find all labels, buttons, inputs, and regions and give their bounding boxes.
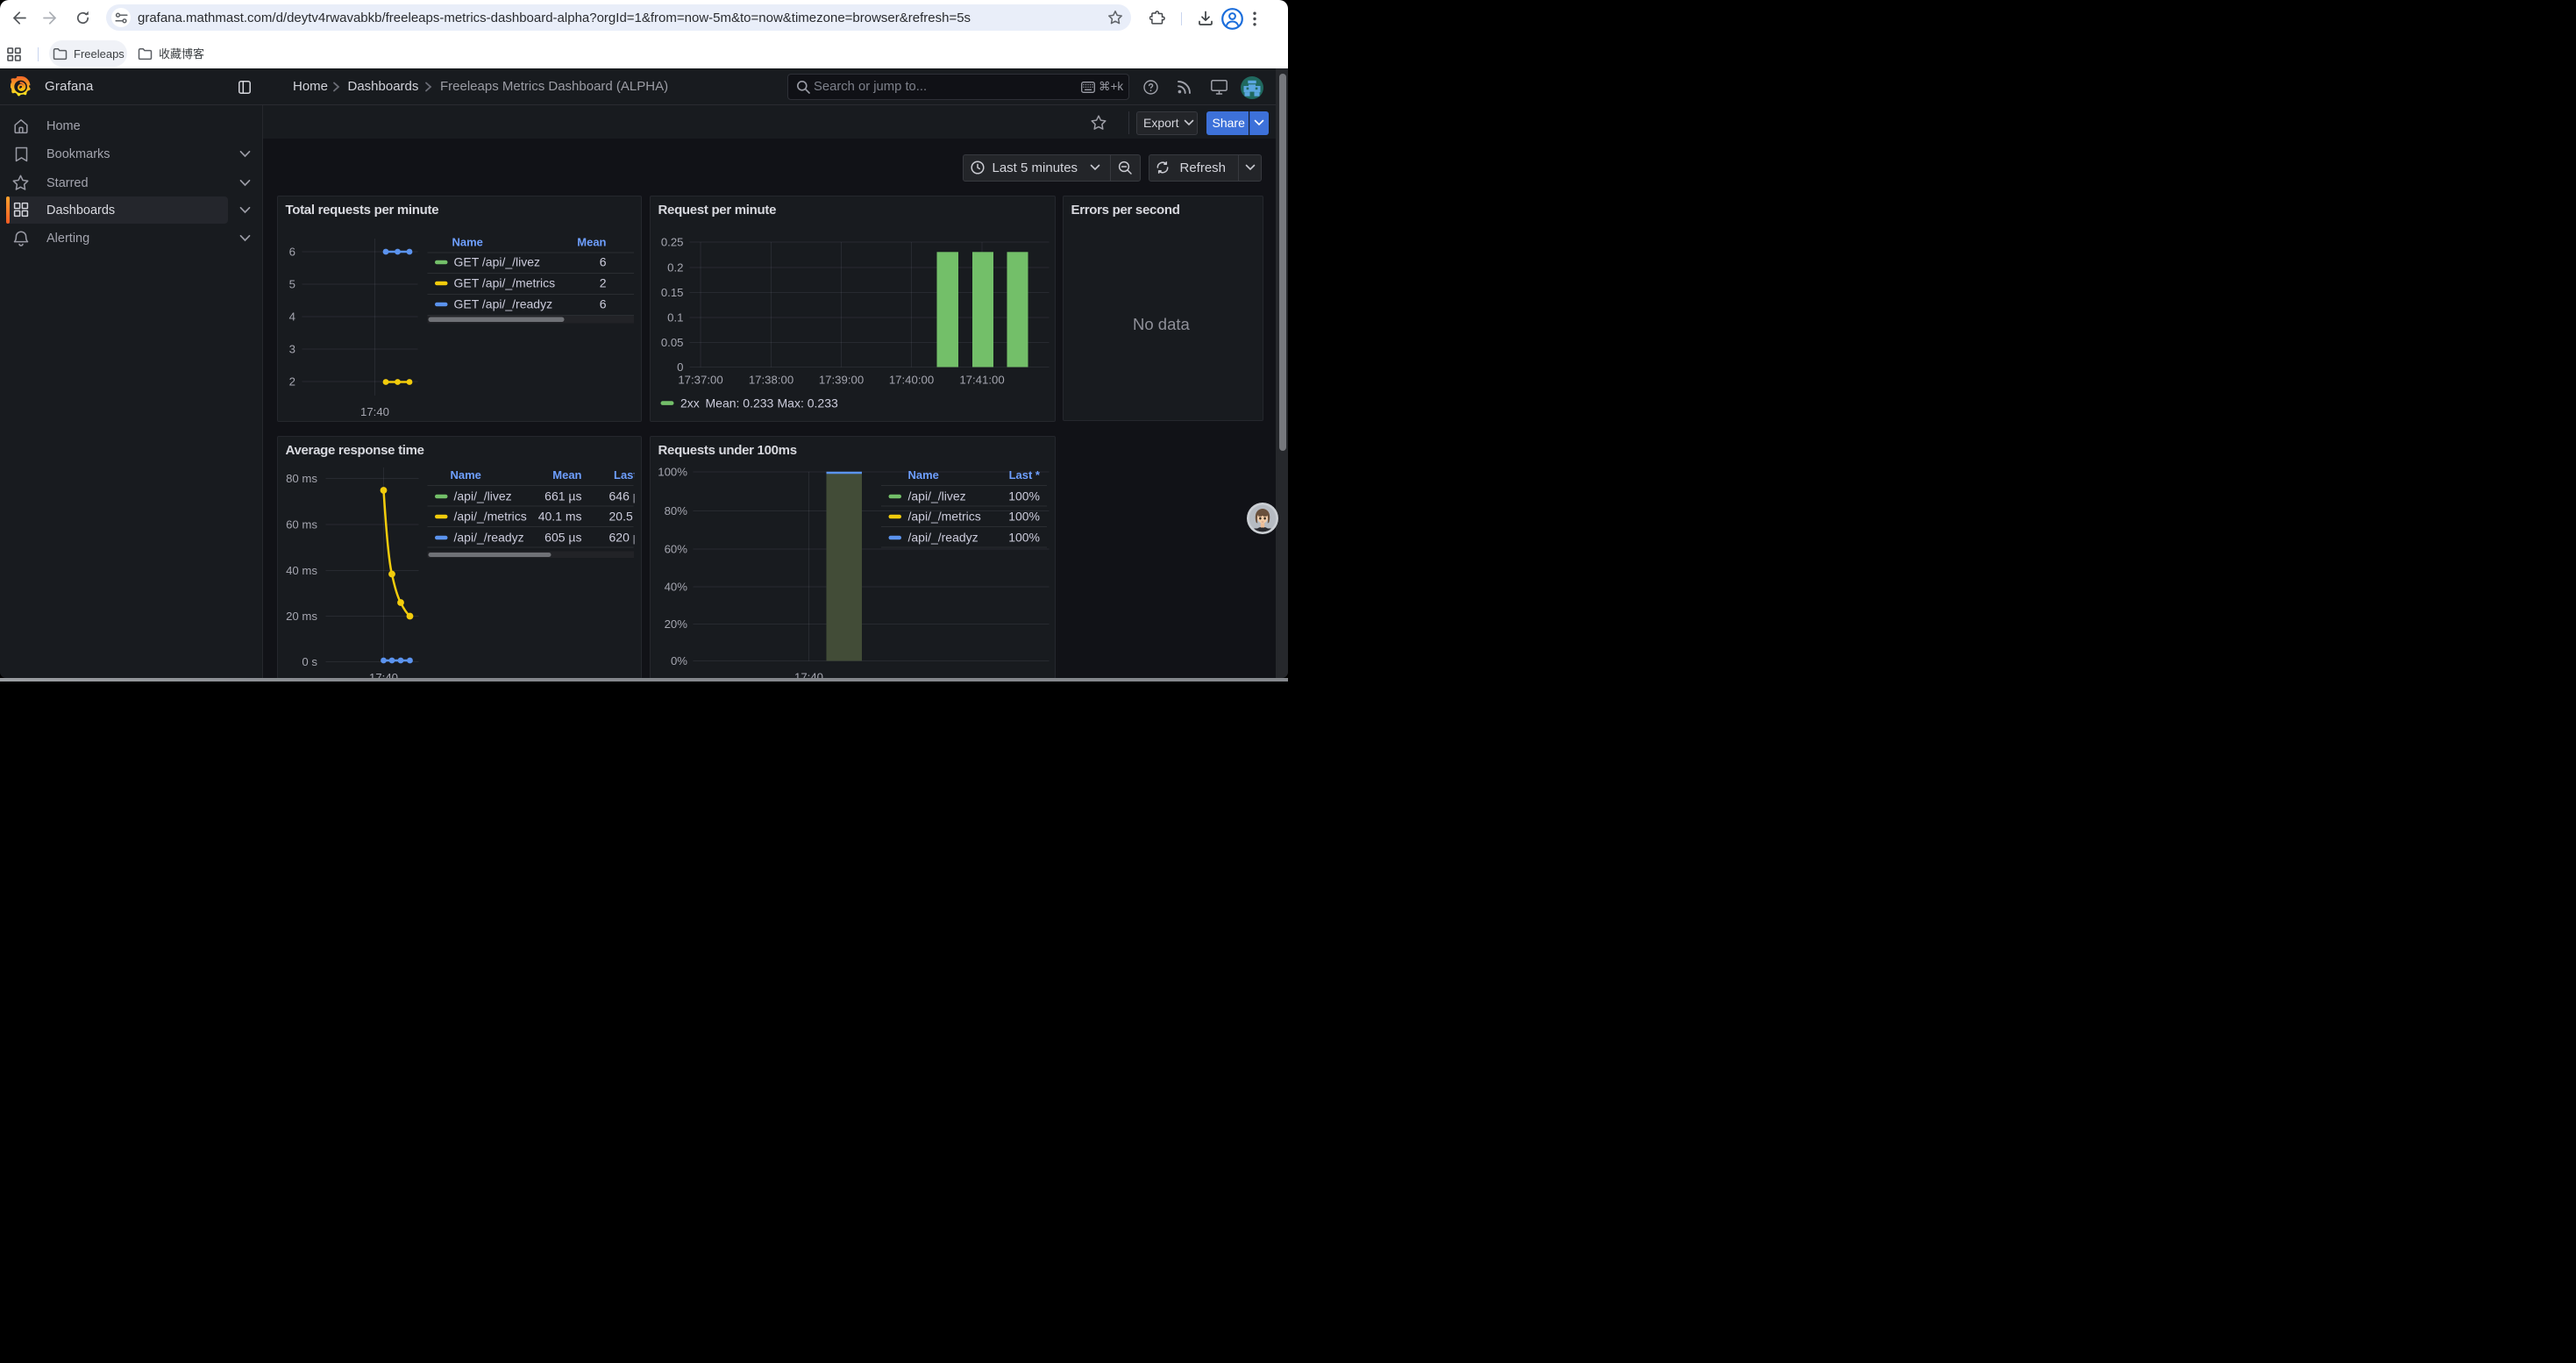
svg-text:40%: 40%: [664, 580, 687, 593]
svg-text:2: 2: [599, 276, 606, 290]
svg-text:Mean: Mean: [577, 236, 606, 249]
svg-text:605 µs: 605 µs: [544, 530, 581, 544]
svg-text:5: 5: [288, 278, 295, 291]
svg-text:Name: Name: [907, 468, 938, 482]
svg-text:17:39:00: 17:39:00: [818, 374, 863, 387]
svg-text:0 s: 0 s: [302, 655, 317, 668]
svg-text:17:40: 17:40: [368, 671, 397, 679]
svg-text:17:37:00: 17:37:00: [678, 374, 722, 387]
svg-text:/api/_/metrics: /api/_/metrics: [907, 509, 980, 523]
svg-text:/api/_/livez: /api/_/livez: [907, 489, 965, 503]
svg-text:17:40: 17:40: [359, 405, 388, 418]
svg-text:Name: Name: [452, 236, 482, 249]
svg-text:0.2: 0.2: [667, 261, 683, 275]
svg-text:0.15: 0.15: [660, 286, 683, 299]
svg-text:GET /api/_/metrics: GET /api/_/metrics: [453, 276, 555, 290]
svg-text:0.05: 0.05: [660, 336, 683, 349]
svg-text:6: 6: [599, 255, 606, 269]
svg-text:646 µs: 646 µs: [608, 489, 642, 503]
svg-text:Last *: Last *: [1008, 468, 1040, 482]
svg-text:20.5 ms: 20.5 ms: [608, 509, 642, 523]
svg-text:17:40:00: 17:40:00: [888, 374, 933, 387]
svg-text:60 ms: 60 ms: [286, 517, 317, 531]
svg-text:4: 4: [288, 310, 295, 324]
svg-text:0%: 0%: [670, 654, 687, 667]
svg-text:Name: Name: [450, 468, 480, 482]
svg-text:6: 6: [288, 246, 295, 259]
svg-text:3: 3: [288, 343, 295, 356]
svg-text:620 µs: 620 µs: [608, 530, 642, 544]
svg-text:40 ms: 40 ms: [286, 564, 317, 577]
svg-text:100%: 100%: [1008, 509, 1040, 523]
svg-text:17:41:00: 17:41:00: [959, 374, 1004, 387]
svg-text:/api/_/metrics: /api/_/metrics: [453, 509, 526, 523]
svg-text:/api/_/livez: /api/_/livez: [453, 489, 511, 503]
svg-text:0.1: 0.1: [667, 311, 683, 325]
svg-text:661 µs: 661 µs: [544, 489, 581, 503]
svg-text:60%: 60%: [664, 542, 687, 555]
svg-text:80%: 80%: [664, 504, 687, 517]
svg-text:/api/_/readyz: /api/_/readyz: [907, 530, 978, 544]
svg-text:0: 0: [677, 360, 683, 374]
svg-text:GET /api/_/livez: GET /api/_/livez: [453, 255, 540, 269]
svg-text:100%: 100%: [1008, 530, 1040, 544]
svg-text:20 ms: 20 ms: [286, 610, 317, 623]
svg-text:80 ms: 80 ms: [286, 472, 317, 485]
svg-text:GET /api/_/readyz: GET /api/_/readyz: [453, 297, 552, 311]
svg-text:40.1 ms: 40.1 ms: [537, 509, 581, 523]
svg-text:/api/_/readyz: /api/_/readyz: [453, 530, 523, 544]
svg-text:Mean: Mean: [552, 468, 581, 482]
svg-text:17:38:00: 17:38:00: [748, 374, 793, 387]
svg-text:Max: 0.233: Max: 0.233: [777, 396, 837, 410]
svg-text:17:40: 17:40: [793, 670, 822, 678]
svg-text:20%: 20%: [664, 617, 687, 631]
svg-text:100%: 100%: [658, 465, 687, 478]
svg-text:2: 2: [288, 375, 295, 389]
svg-text:100%: 100%: [1008, 489, 1040, 503]
svg-text:6: 6: [599, 297, 606, 311]
svg-text:Mean: 0.233: Mean: 0.233: [705, 396, 773, 410]
svg-text:2xx: 2xx: [680, 396, 700, 410]
svg-text:0.25: 0.25: [660, 236, 683, 249]
svg-text:Last *: Last *: [614, 468, 642, 482]
